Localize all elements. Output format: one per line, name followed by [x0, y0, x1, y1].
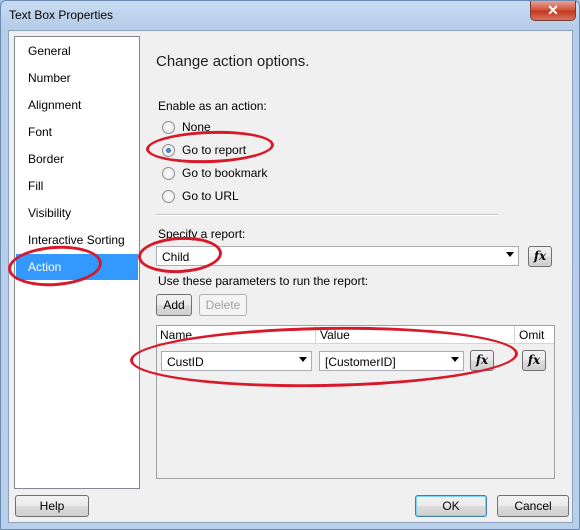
close-icon: ✕ [547, 2, 559, 18]
radio-go-to-url-label[interactable]: Go to URL [182, 189, 239, 203]
parameter-value-combobox[interactable]: [CustomerID] [319, 351, 464, 371]
title-bar[interactable]: Text Box Properties ✕ [1, 1, 579, 29]
radio-go-to-report[interactable] [162, 144, 175, 157]
radio-go-to-bookmark[interactable] [162, 167, 175, 180]
page-heading: Change action options. [156, 53, 310, 70]
column-header-omit: Omit [519, 328, 545, 342]
dialog-client-area: General Number Alignment Font Border Fil… [8, 30, 573, 523]
specify-report-label: Specify a report: [158, 227, 246, 241]
column-divider[interactable] [315, 326, 316, 343]
report-combobox[interactable]: Child [156, 246, 519, 266]
page-navigation-list: General Number Alignment Font Border Fil… [14, 36, 140, 489]
chevron-down-icon[interactable] [506, 252, 514, 257]
radio-none[interactable] [162, 121, 175, 134]
parameters-grid: Name Value Omit CustID [CustomerID] fx f… [156, 325, 555, 479]
add-parameter-button[interactable]: Add [156, 294, 192, 316]
column-header-value: Value [320, 328, 350, 342]
chevron-down-icon[interactable] [451, 357, 459, 362]
radio-none-label[interactable]: None [182, 120, 211, 134]
parameter-name-value: CustID [167, 355, 204, 369]
omit-expression-button[interactable]: fx [522, 350, 546, 371]
parameter-value-value: [CustomerID] [325, 355, 396, 369]
nav-item-visibility[interactable]: Visibility [16, 200, 138, 226]
nav-item-action[interactable]: Action [16, 254, 138, 280]
ok-button[interactable]: OK [415, 495, 487, 517]
parameter-name-combobox[interactable]: CustID [161, 351, 312, 371]
nav-item-number[interactable]: Number [16, 65, 138, 91]
column-header-name: Name [160, 328, 193, 342]
grid-header: Name Value Omit [157, 326, 554, 344]
nav-item-fill[interactable]: Fill [16, 173, 138, 199]
window-title: Text Box Properties [9, 8, 114, 22]
section-separator [156, 214, 498, 216]
nav-item-border[interactable]: Border [16, 146, 138, 172]
column-divider[interactable] [514, 326, 515, 343]
nav-item-interactive-sorting[interactable]: Interactive Sorting [16, 227, 138, 253]
cancel-button[interactable]: Cancel [497, 495, 569, 517]
nav-item-general[interactable]: General [16, 38, 138, 64]
radio-go-to-url[interactable] [162, 190, 175, 203]
nav-item-font[interactable]: Font [16, 119, 138, 145]
parameter-value-expression-button[interactable]: fx [470, 350, 494, 371]
parameters-label: Use these parameters to run the report: [158, 274, 369, 288]
nav-item-alignment[interactable]: Alignment [16, 92, 138, 118]
radio-go-to-report-label[interactable]: Go to report [182, 143, 246, 157]
radio-go-to-bookmark-label[interactable]: Go to bookmark [182, 166, 267, 180]
chevron-down-icon[interactable] [299, 357, 307, 362]
close-button[interactable]: ✕ [530, 1, 576, 21]
dialog-window: Text Box Properties ✕ General Number Ali… [0, 0, 580, 530]
report-expression-button[interactable]: fx [528, 246, 552, 267]
help-button[interactable]: Help [15, 495, 89, 517]
report-combobox-value: Child [162, 250, 190, 264]
delete-parameter-button[interactable]: Delete [199, 294, 247, 316]
enable-action-label: Enable as an action: [158, 99, 267, 113]
